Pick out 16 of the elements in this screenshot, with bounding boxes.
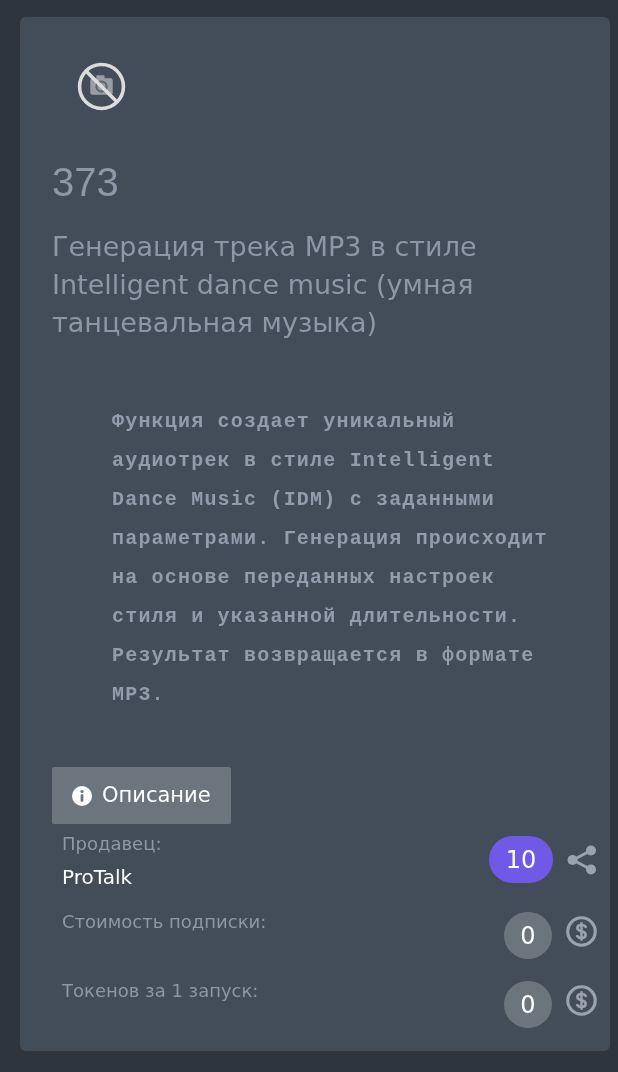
item-number: 373 <box>52 159 119 206</box>
share-icon[interactable] <box>567 844 597 875</box>
info-icon <box>72 785 92 806</box>
description-text: Функция создает уникальный аудиотрек в стиле Intelligent Dance Music (IDM) с заданными параметрами. Генерация происходит на основе переданных настроек стиля и указанной длительности. Результат возвращается в формате MP3. <box>112 409 549 708</box>
count-badge: 10 <box>489 836 553 883</box>
description-button[interactable]: Описание <box>52 767 231 824</box>
price-label: Токенов за 1 запуск: <box>62 979 259 1003</box>
no-photo-icon <box>77 62 126 111</box>
price-badge: 0 <box>504 981 552 1028</box>
price-label: Стоимость подписки: <box>62 910 267 934</box>
seller-label: Продавец: <box>62 832 162 856</box>
dollar-coin-icon <box>566 916 597 947</box>
item-title: Генерация трека MP3 в стиле Intelligent dance music (умная танцевальная музыка) <box>52 230 478 340</box>
dollar-coin-icon <box>566 985 597 1016</box>
seller-name[interactable]: ProTalk <box>62 864 162 890</box>
price-badge: 0 <box>504 912 552 959</box>
